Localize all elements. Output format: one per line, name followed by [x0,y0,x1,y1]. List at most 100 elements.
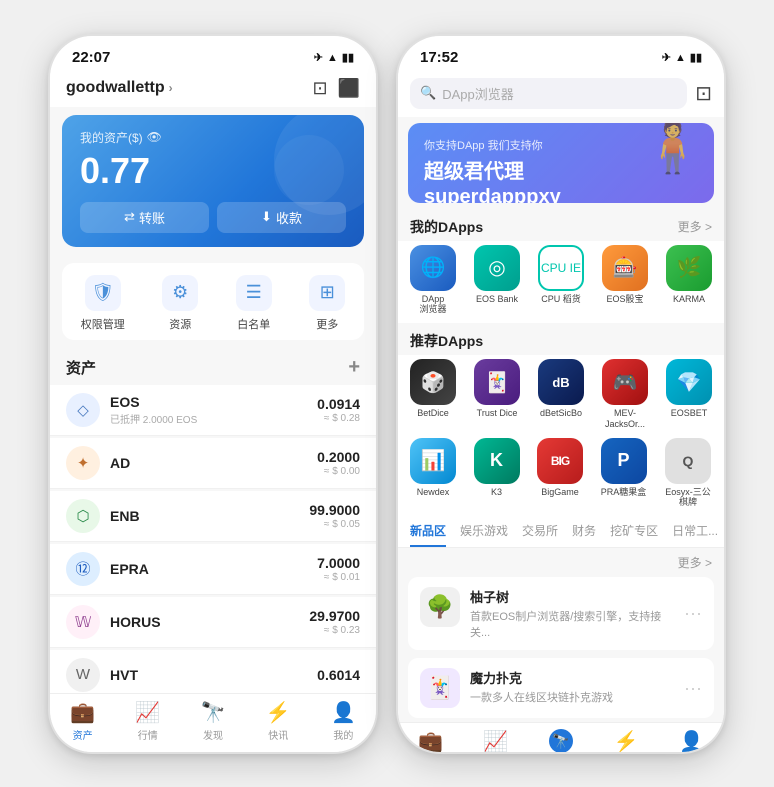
app-biggame[interactable]: BIG BigGame [537,438,583,509]
search-input[interactable]: 🔍 DApp浏览器 [410,78,687,109]
list-item-poker[interactable]: 🃏 魔力扑克 一款多人在线区块链扑克游戏 ··· [408,658,714,718]
my-dapps-more[interactable]: 更多 > [678,218,712,235]
app-eosbet[interactable]: 💎 EOSBET [666,359,712,430]
p1-header-icons: ⊡ ⬛ [312,78,360,99]
app-betdice[interactable]: 🎲 BetDice [410,359,456,430]
tab-new[interactable]: 新品区 [410,522,446,547]
status-icons-2: ✈ ▲ ▮▮ [662,51,702,64]
tab-daily[interactable]: 日常工... [672,522,718,547]
my-dapps-row: 🌐 DApp浏览器 ◎ EOS Bank CPU IE CPU 稻货 🎰 EOS… [398,241,724,324]
asset-row-enb[interactable]: ⬡ ENB 99.9000 ≈ $ 0.05 [50,491,376,542]
karma-label: KARMA [673,294,705,305]
assets2-nav-icon: 💼 [418,729,443,751]
battery-icon-2: ▮▮ [690,51,702,64]
eos-dice-icon: 🎰 [602,245,648,291]
app-newdex[interactable]: 📊 Newdex [410,438,456,509]
app-pra[interactable]: P PRA糖果盒 [601,438,647,509]
app-trustdice[interactable]: 🃏 Trust Dice [474,359,520,430]
eos-info: EOS 已抵押 2.0000 EOS [110,394,317,426]
nav2-profile[interactable]: 👤 我的 [659,729,724,751]
p1-header: goodwallettp › ⊡ ⬛ [50,72,376,107]
asset-row-hvt[interactable]: W HVT 0.6014 [50,650,376,693]
asset-row-epra[interactable]: ⑫ EPRA 7.0000 ≈ $ 0.01 [50,544,376,595]
scan-icon[interactable]: ⊡ [695,81,712,106]
discover-active-dot: 🔭 [549,729,573,751]
tab-games[interactable]: 娱乐游戏 [460,522,508,547]
my-dapps-title: 我的DApps [410,217,483,237]
app-eos-bank[interactable]: ◎ EOS Bank [474,245,520,316]
nav2-market[interactable]: 📈 行情 [463,729,528,751]
time-2: 17:52 [420,49,458,66]
more-icon: ⊞ [309,275,345,311]
news2-nav-icon: ⚡ [614,729,639,751]
app-dbetsicbo[interactable]: dB dBetSicBo [538,359,584,430]
tab-exchange[interactable]: 交易所 [522,522,558,547]
nav2-news[interactable]: ⚡ 快讯 [594,729,659,751]
asset-row-horus[interactable]: 𝕎 HORUS 29.9700 ≈ $ 0.23 [50,597,376,648]
nav-market[interactable]: 📈 行情 [115,700,180,742]
eos-amount: 0.0914 ≈ $ 0.28 [317,396,360,424]
assets-nav-icon: 💼 [70,700,95,725]
poker-icon: 🃏 [420,668,460,708]
menu-more[interactable]: ⊞ 更多 [309,275,345,332]
ad-icon: ✦ [66,446,100,480]
list-item-yuzishu[interactable]: 🌳 柚子树 首款EOS制户浏览器/搜索引擎，支持接关... ··· [408,577,714,650]
qr-icon[interactable]: ⊡ [312,78,327,99]
newdex-label: Newdex [417,487,450,498]
poker-info: 魔力扑克 一款多人在线区块链扑克游戏 [470,668,674,705]
nav-discover[interactable]: 🔭 发现 [180,700,245,742]
nav-assets[interactable]: 💼 资产 [50,700,115,742]
k3-label: K3 [491,487,502,498]
phone-1: 22:07 ✈ ▲ ▮▮ goodwallettp › ⊡ ⬛ [48,34,378,754]
menu-permissions[interactable]: 🛡 权限管理 [81,275,125,332]
category-tabs: 新品区 娱乐游戏 交易所 财务 挖矿专区 日常工... [398,516,724,548]
nav2-discover[interactable]: 🔭 发现 [528,729,593,751]
menu-whitelist[interactable]: ☰ 白名单 [236,275,272,332]
asset-row-eos[interactable]: ◇ EOS 已抵押 2.0000 EOS 0.0914 ≈ $ 0.28 [50,385,376,436]
p1-wallet-title[interactable]: goodwallettp › [66,79,173,97]
tab-finance[interactable]: 财务 [572,522,596,547]
hvt-icon: W [66,658,100,692]
eye-icon[interactable]: 👁 [147,130,162,144]
app-karma[interactable]: 🌿 KARMA [666,245,712,316]
my-dapps-section: 我的DApps 更多 > [398,209,724,241]
mev-icon: 🎮 [602,359,648,405]
karma-icon: 🌿 [666,245,712,291]
recommended-row-2: 📊 Newdex K K3 BIG BigGame P PRA糖果盒 [410,438,712,509]
ad-info: AD [110,455,317,471]
time-1: 22:07 [72,49,110,66]
app-k3[interactable]: K K3 [474,438,520,509]
grid-icon[interactable]: ⬛ [338,78,360,99]
asset-row-ad[interactable]: ✦ AD 0.2000 ≈ $ 0.00 [50,438,376,489]
nav-profile[interactable]: 👤 我的 [311,700,376,742]
transfer-button[interactable]: ⇄ 转账 [80,202,209,233]
horus-amount: 29.9700 ≈ $ 0.23 [309,608,360,636]
enb-amount: 99.9000 ≈ $ 0.05 [309,502,360,530]
nav2-assets[interactable]: 💼 资产 [398,729,463,751]
airplane-icon-2: ✈ [662,51,671,64]
market2-nav-icon: 📈 [483,729,508,751]
eos-bank-icon: ◎ [474,245,520,291]
app-dapp-browser[interactable]: 🌐 DApp浏览器 [410,245,456,316]
app-mev[interactable]: 🎮 MEV-JacksOr... [602,359,648,430]
mev-label: MEV-JacksOr... [605,408,645,430]
wifi-icon-1: ▲ [327,52,338,64]
enb-info: ENB [110,508,309,524]
eosyx-label: Eosyx-三公棋牌 [664,487,712,509]
enb-icon: ⬡ [66,499,100,533]
app-eosyx[interactable]: Q Eosyx-三公棋牌 [664,438,712,509]
receive-icon: ⬇ [261,209,272,225]
promo-banner[interactable]: 你支持DApp 我们支持你 超级君代理 superdapppxy 🧍 [408,123,714,203]
nav-news[interactable]: ⚡ 快讯 [246,700,311,742]
app-eos-dice[interactable]: 🎰 EOS骰宝 [602,245,648,316]
tab-mining[interactable]: 挖矿专区 [610,522,658,547]
add-asset-button[interactable]: + [348,356,360,379]
whitelist-icon: ☰ [236,275,272,311]
recommended-section: 推荐DApps [398,323,724,355]
new-more[interactable]: 更多 > [678,554,712,571]
yuzishu-info: 柚子树 首款EOS制户浏览器/搜索引擎，支持接关... [470,587,674,640]
search-icon: 🔍 [420,85,436,101]
trustdice-icon: 🃏 [474,359,520,405]
app-cpu[interactable]: CPU IE CPU 稻货 [538,245,584,316]
menu-resources[interactable]: ⚙ 资源 [162,275,198,332]
